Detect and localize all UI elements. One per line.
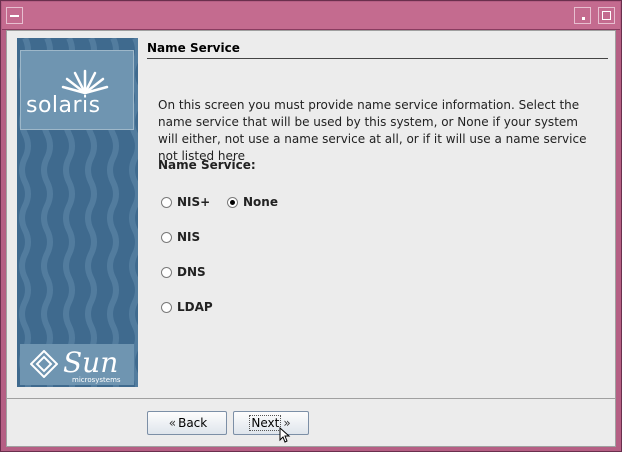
radio-ldap[interactable]: LDAP: [161, 300, 213, 314]
radio-none[interactable]: None: [227, 195, 278, 209]
page-title: Name Service: [147, 41, 240, 55]
radio-indicator[interactable]: [161, 301, 172, 313]
back-button[interactable]: « Back: [147, 411, 227, 435]
radio-label: LDAP: [177, 300, 213, 314]
radio-nis-plus[interactable]: NIS+: [161, 195, 210, 209]
sun-diamond-icon: [30, 350, 58, 378]
mouse-pointer-icon: [279, 427, 291, 443]
chevron-left-icon: «: [168, 416, 177, 430]
radio-indicator[interactable]: [161, 196, 172, 208]
radio-nis[interactable]: NIS: [161, 230, 200, 244]
solaris-wordmark: solaris: [26, 93, 101, 118]
radio-label: None: [243, 195, 278, 209]
next-button[interactable]: Next »: [233, 411, 309, 435]
instructions-text: On this screen you must provide name ser…: [158, 98, 587, 163]
name-service-label: Name Service:: [158, 158, 256, 172]
radio-dns[interactable]: DNS: [161, 265, 206, 279]
radio-label: NIS: [177, 230, 201, 244]
sun-microsystems-logo: Sun microsystems: [20, 344, 134, 385]
brand-sidebar: solaris Sun microsystems: [17, 38, 138, 387]
footer-divider: [7, 398, 615, 399]
window-menu-icon[interactable]: [6, 7, 23, 24]
radio-label: DNS: [177, 265, 206, 279]
radio-indicator[interactable]: [161, 231, 172, 243]
installer-window: solaris Sun microsystems Name Service On…: [0, 0, 622, 452]
title-bar[interactable]: [2, 2, 620, 30]
radio-indicator[interactable]: [161, 266, 172, 278]
minimize-icon[interactable]: [574, 7, 591, 24]
radio-label: NIS+: [177, 195, 211, 209]
solaris-logo: solaris: [20, 50, 134, 130]
radio-indicator[interactable]: [227, 196, 238, 208]
maximize-icon[interactable]: [598, 7, 615, 24]
title-divider: [147, 58, 608, 59]
sun-wordmark: Sun: [63, 346, 119, 379]
back-label: Back: [178, 416, 208, 430]
sun-rays-icon: [61, 69, 109, 95]
dialog-body: solaris Sun microsystems Name Service On…: [6, 30, 616, 447]
microsystems-text: microsystems: [72, 376, 121, 384]
next-label: Next: [249, 415, 282, 431]
